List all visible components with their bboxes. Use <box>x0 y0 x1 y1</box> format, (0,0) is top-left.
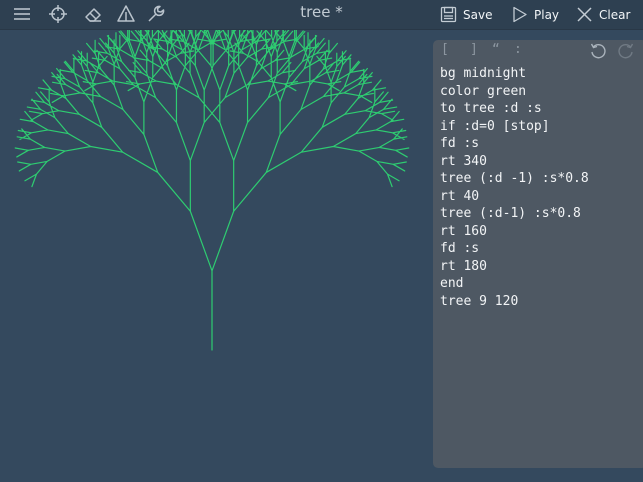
close-bracket-key[interactable]: ] <box>470 42 478 57</box>
play-label: Play <box>534 7 560 22</box>
save-button[interactable]: Save <box>440 5 492 24</box>
save-label: Save <box>463 7 493 22</box>
quote-key[interactable]: “ <box>492 42 500 57</box>
document-title[interactable]: tree * <box>300 3 342 21</box>
play-button[interactable]: Play <box>511 5 559 24</box>
code-line[interactable]: fd :s <box>440 135 589 153</box>
code-line[interactable]: color green <box>440 83 589 101</box>
save-icon <box>440 6 457 23</box>
code-line[interactable]: rt 40 <box>440 188 589 206</box>
editor-symbol-bar: [ ] “ : <box>433 40 643 62</box>
code-line[interactable]: to tree :d :s <box>440 100 589 118</box>
eraser-icon[interactable] <box>83 4 103 24</box>
turtle-triangle-icon[interactable] <box>116 4 136 24</box>
colon-key[interactable]: : <box>514 42 522 57</box>
top-toolbar: tree * Save Play Clear <box>0 0 643 30</box>
code-editor-panel[interactable]: [ ] “ : bg midnight color green to tree :d… <box>433 40 643 468</box>
crosshair-icon[interactable] <box>48 4 68 24</box>
code-line[interactable]: rt 180 <box>440 258 589 276</box>
code-line[interactable]: tree (:d-1) :s*0.8 <box>440 205 589 223</box>
tree-drawing <box>14 30 410 351</box>
tree-branches <box>14 30 410 351</box>
code-line[interactable]: rt 160 <box>440 223 589 241</box>
clear-label: Clear <box>599 7 631 22</box>
code-line[interactable]: bg midnight <box>440 65 589 83</box>
clear-button[interactable]: Clear <box>576 5 630 24</box>
code-text[interactable]: bg midnight color green to tree :d :s if :d… <box>440 65 589 310</box>
menu-icon[interactable] <box>12 4 32 24</box>
code-line[interactable]: rt 340 <box>440 153 589 171</box>
code-line[interactable]: fd :s <box>440 240 589 258</box>
code-line[interactable]: tree (:d -1) :s*0.8 <box>440 170 589 188</box>
turtle-canvas[interactable] <box>0 30 430 482</box>
redo-icon[interactable] <box>617 42 635 60</box>
wrench-icon[interactable] <box>146 4 166 24</box>
open-bracket-key[interactable]: [ <box>441 42 449 57</box>
code-line[interactable]: tree 9 120 <box>440 293 589 311</box>
undo-icon[interactable] <box>589 42 607 60</box>
code-line[interactable]: if :d=0 [stop] <box>440 118 589 136</box>
code-line[interactable]: end <box>440 275 589 293</box>
play-icon <box>513 6 527 23</box>
close-icon <box>577 7 592 22</box>
